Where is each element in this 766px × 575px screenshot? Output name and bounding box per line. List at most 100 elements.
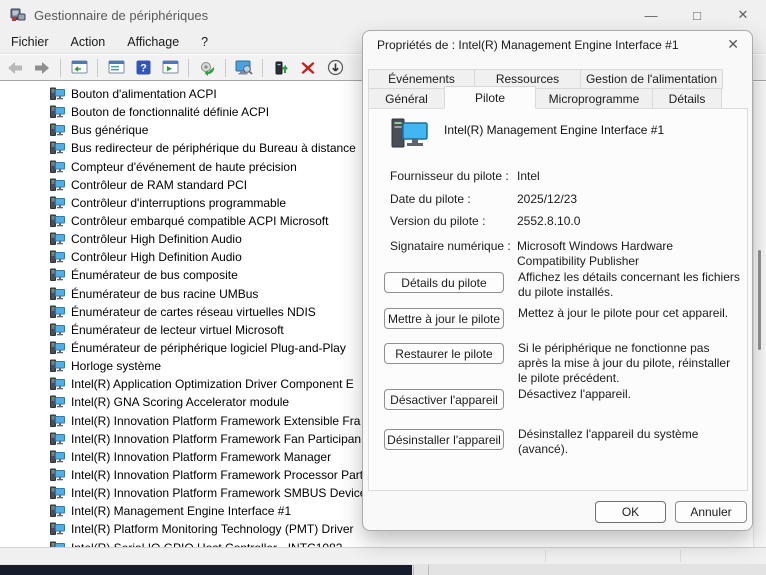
field-label: Signataire numérique : <box>390 239 517 269</box>
properties-dialog: Propriétés de : Intel(R) Management Engi… <box>362 30 753 531</box>
field-row: Date du pilote : 2025/12/23 <box>390 192 735 207</box>
tree-item-label: Intel(R) Application Optimization Driver… <box>71 377 354 391</box>
driver-action-button[interactable]: Désinstaller l'appareil <box>384 429 504 450</box>
driver-action-row: Détails du pilote Affichez les détails c… <box>384 272 742 300</box>
svg-text:?: ? <box>140 63 147 75</box>
driver-action-description: Mettez à jour le pilote pour cet apparei… <box>518 306 728 329</box>
tree-item-label: Contrôleur High Definition Audio <box>71 250 242 264</box>
driver-action-button[interactable]: Détails du pilote <box>384 272 504 293</box>
menu-item[interactable]: ? <box>190 35 219 49</box>
tree-item-label: Contrôleur High Definition Audio <box>71 232 242 246</box>
action-pane-icon[interactable] <box>161 59 179 76</box>
field-value: 2025/12/23 <box>517 192 735 207</box>
tab[interactable]: Général <box>368 88 445 109</box>
tree-item-label: Contrôleur embarqué compatible ACPI Micr… <box>71 214 328 228</box>
field-label: Fournisseur du pilote : <box>390 169 517 184</box>
tree-item-label: Intel(R) Innovation Platform Framework M… <box>71 450 331 464</box>
forward-icon[interactable] <box>33 59 51 76</box>
system-device-icon <box>50 123 65 137</box>
driver-action-button[interactable]: Désactiver l'appareil <box>384 389 504 410</box>
tree-item-label: Bouton de fonctionnalité définie ACPI <box>71 105 269 119</box>
system-device-icon <box>50 178 65 192</box>
toolbar-separator <box>262 59 263 77</box>
field-row: Fournisseur du pilote : Intel <box>390 169 735 184</box>
tree-item-label: Énumérateur de périphérique logiciel Plu… <box>71 341 346 355</box>
tree-scrollbar[interactable] <box>753 82 766 547</box>
driver-action-row: Mettre à jour le pilote Mettez à jour le… <box>384 308 742 329</box>
field-row: Signataire numérique : Microsoft Windows… <box>390 239 735 269</box>
driver-action-row: Désactiver l'appareil Désactivez l'appar… <box>384 389 742 410</box>
help-icon[interactable]: ? <box>134 59 152 76</box>
tree-item-label: Bus redirecteur de périphérique du Burea… <box>71 141 356 155</box>
tab[interactable]: Détails <box>652 88 722 109</box>
back-icon[interactable] <box>6 59 24 76</box>
system-device-icon <box>50 486 65 500</box>
console-tree-icon[interactable] <box>70 59 88 76</box>
system-device-icon <box>50 87 65 101</box>
close-icon[interactable]: ✕ <box>720 0 766 30</box>
titlebar: Gestionnaire de périphériques — □ ✕ <box>0 0 766 30</box>
field-label: Date du pilote : <box>390 192 517 207</box>
monitor-search-icon[interactable] <box>235 59 253 76</box>
driver-tab-panel: Intel(R) Management Engine Interface #1 … <box>368 108 748 491</box>
minimize-icon[interactable]: — <box>628 0 674 30</box>
field-row: Version du pilote : 2552.8.10.0 <box>390 214 735 229</box>
window-title: Gestionnaire de périphériques <box>34 8 208 23</box>
driver-action-button[interactable]: Restaurer le pilote <box>384 343 504 364</box>
tree-item-label: Bus générique <box>71 123 148 137</box>
properties-icon[interactable] <box>107 59 125 76</box>
tree-item-label: Intel(R) GNA Scoring Accelerator module <box>71 395 289 409</box>
field-value: Intel <box>517 169 735 184</box>
ok-button[interactable]: OK <box>595 501 666 523</box>
tab-control: ÉvénementsRessourcesGestion de l'aliment… <box>368 69 725 109</box>
cancel-button[interactable]: Annuler <box>675 501 747 523</box>
system-device-icon <box>50 323 65 337</box>
update-driver-icon[interactable] <box>272 59 290 76</box>
scan-hardware-icon[interactable] <box>198 59 216 76</box>
driver-action-button[interactable]: Mettre à jour le pilote <box>384 308 504 329</box>
system-device-icon <box>50 414 65 428</box>
system-device-icon <box>50 287 65 301</box>
field-value: 2552.8.10.0 <box>517 214 735 229</box>
tree-item-label: Intel(R) Innovation Platform Framework S… <box>71 486 366 500</box>
tree-item-label: Contrôleur d'interruptions programmable <box>71 196 286 210</box>
maximize-icon[interactable]: □ <box>674 0 720 30</box>
uninstall-device-icon[interactable] <box>299 59 317 76</box>
system-device-icon <box>50 468 65 482</box>
tree-item-label: Énumérateur de lecteur virtuel Microsoft <box>71 323 284 337</box>
system-device-icon <box>50 232 65 246</box>
taskbar-dark-segment <box>0 565 412 575</box>
menu-item[interactable]: Affichage <box>116 35 190 49</box>
scrollbar-thumb[interactable] <box>758 250 761 350</box>
toolbar-separator <box>97 59 98 77</box>
tree-item-label: Horloge système <box>71 359 161 373</box>
system-device-icon <box>50 214 65 228</box>
system-device-icon <box>50 341 65 355</box>
system-device-icon <box>50 268 65 282</box>
dialog-close-icon[interactable]: ✕ <box>727 36 739 53</box>
driver-action-description: Désinstallez l'appareil du système (avan… <box>518 427 742 457</box>
driver-action-description: Désactivez l'appareil. <box>518 387 631 410</box>
menu-item[interactable]: Fichier <box>0 35 60 49</box>
tree-item-label: Énumérateur de bus racine UMBus <box>71 287 258 301</box>
tree-item-label: Énumérateur de bus composite <box>71 268 238 282</box>
system-device-icon <box>50 160 65 174</box>
tree-item-label: Intel(R) Innovation Platform Framework F… <box>71 432 361 446</box>
taskbar-edge <box>0 564 766 575</box>
tree-item[interactable]: Intel(R) Serial IO GPIO Host Controller … <box>0 539 753 547</box>
tab[interactable]: Microprogramme <box>535 88 653 109</box>
field-value: Microsoft Windows Hardware Compatibility… <box>517 239 735 269</box>
toolbar-separator <box>188 59 189 77</box>
system-device-icon <box>50 450 65 464</box>
statusbar <box>0 547 766 564</box>
device-icon <box>390 117 432 151</box>
disable-device-icon[interactable] <box>326 59 344 76</box>
driver-action-row: Désinstaller l'appareil Désinstallez l'a… <box>384 429 742 457</box>
tree-item-label: Contrôleur de RAM standard PCI <box>71 178 247 192</box>
menu-item[interactable]: Action <box>60 35 117 49</box>
system-device-icon <box>50 377 65 391</box>
tree-item-label: Intel(R) Management Engine Interface #1 <box>71 504 291 518</box>
driver-action-description: Affichez les détails concernant les fich… <box>518 270 742 300</box>
tab[interactable]: Gestion de l'alimentation <box>580 69 723 89</box>
tab[interactable]: Pilote <box>444 86 536 109</box>
